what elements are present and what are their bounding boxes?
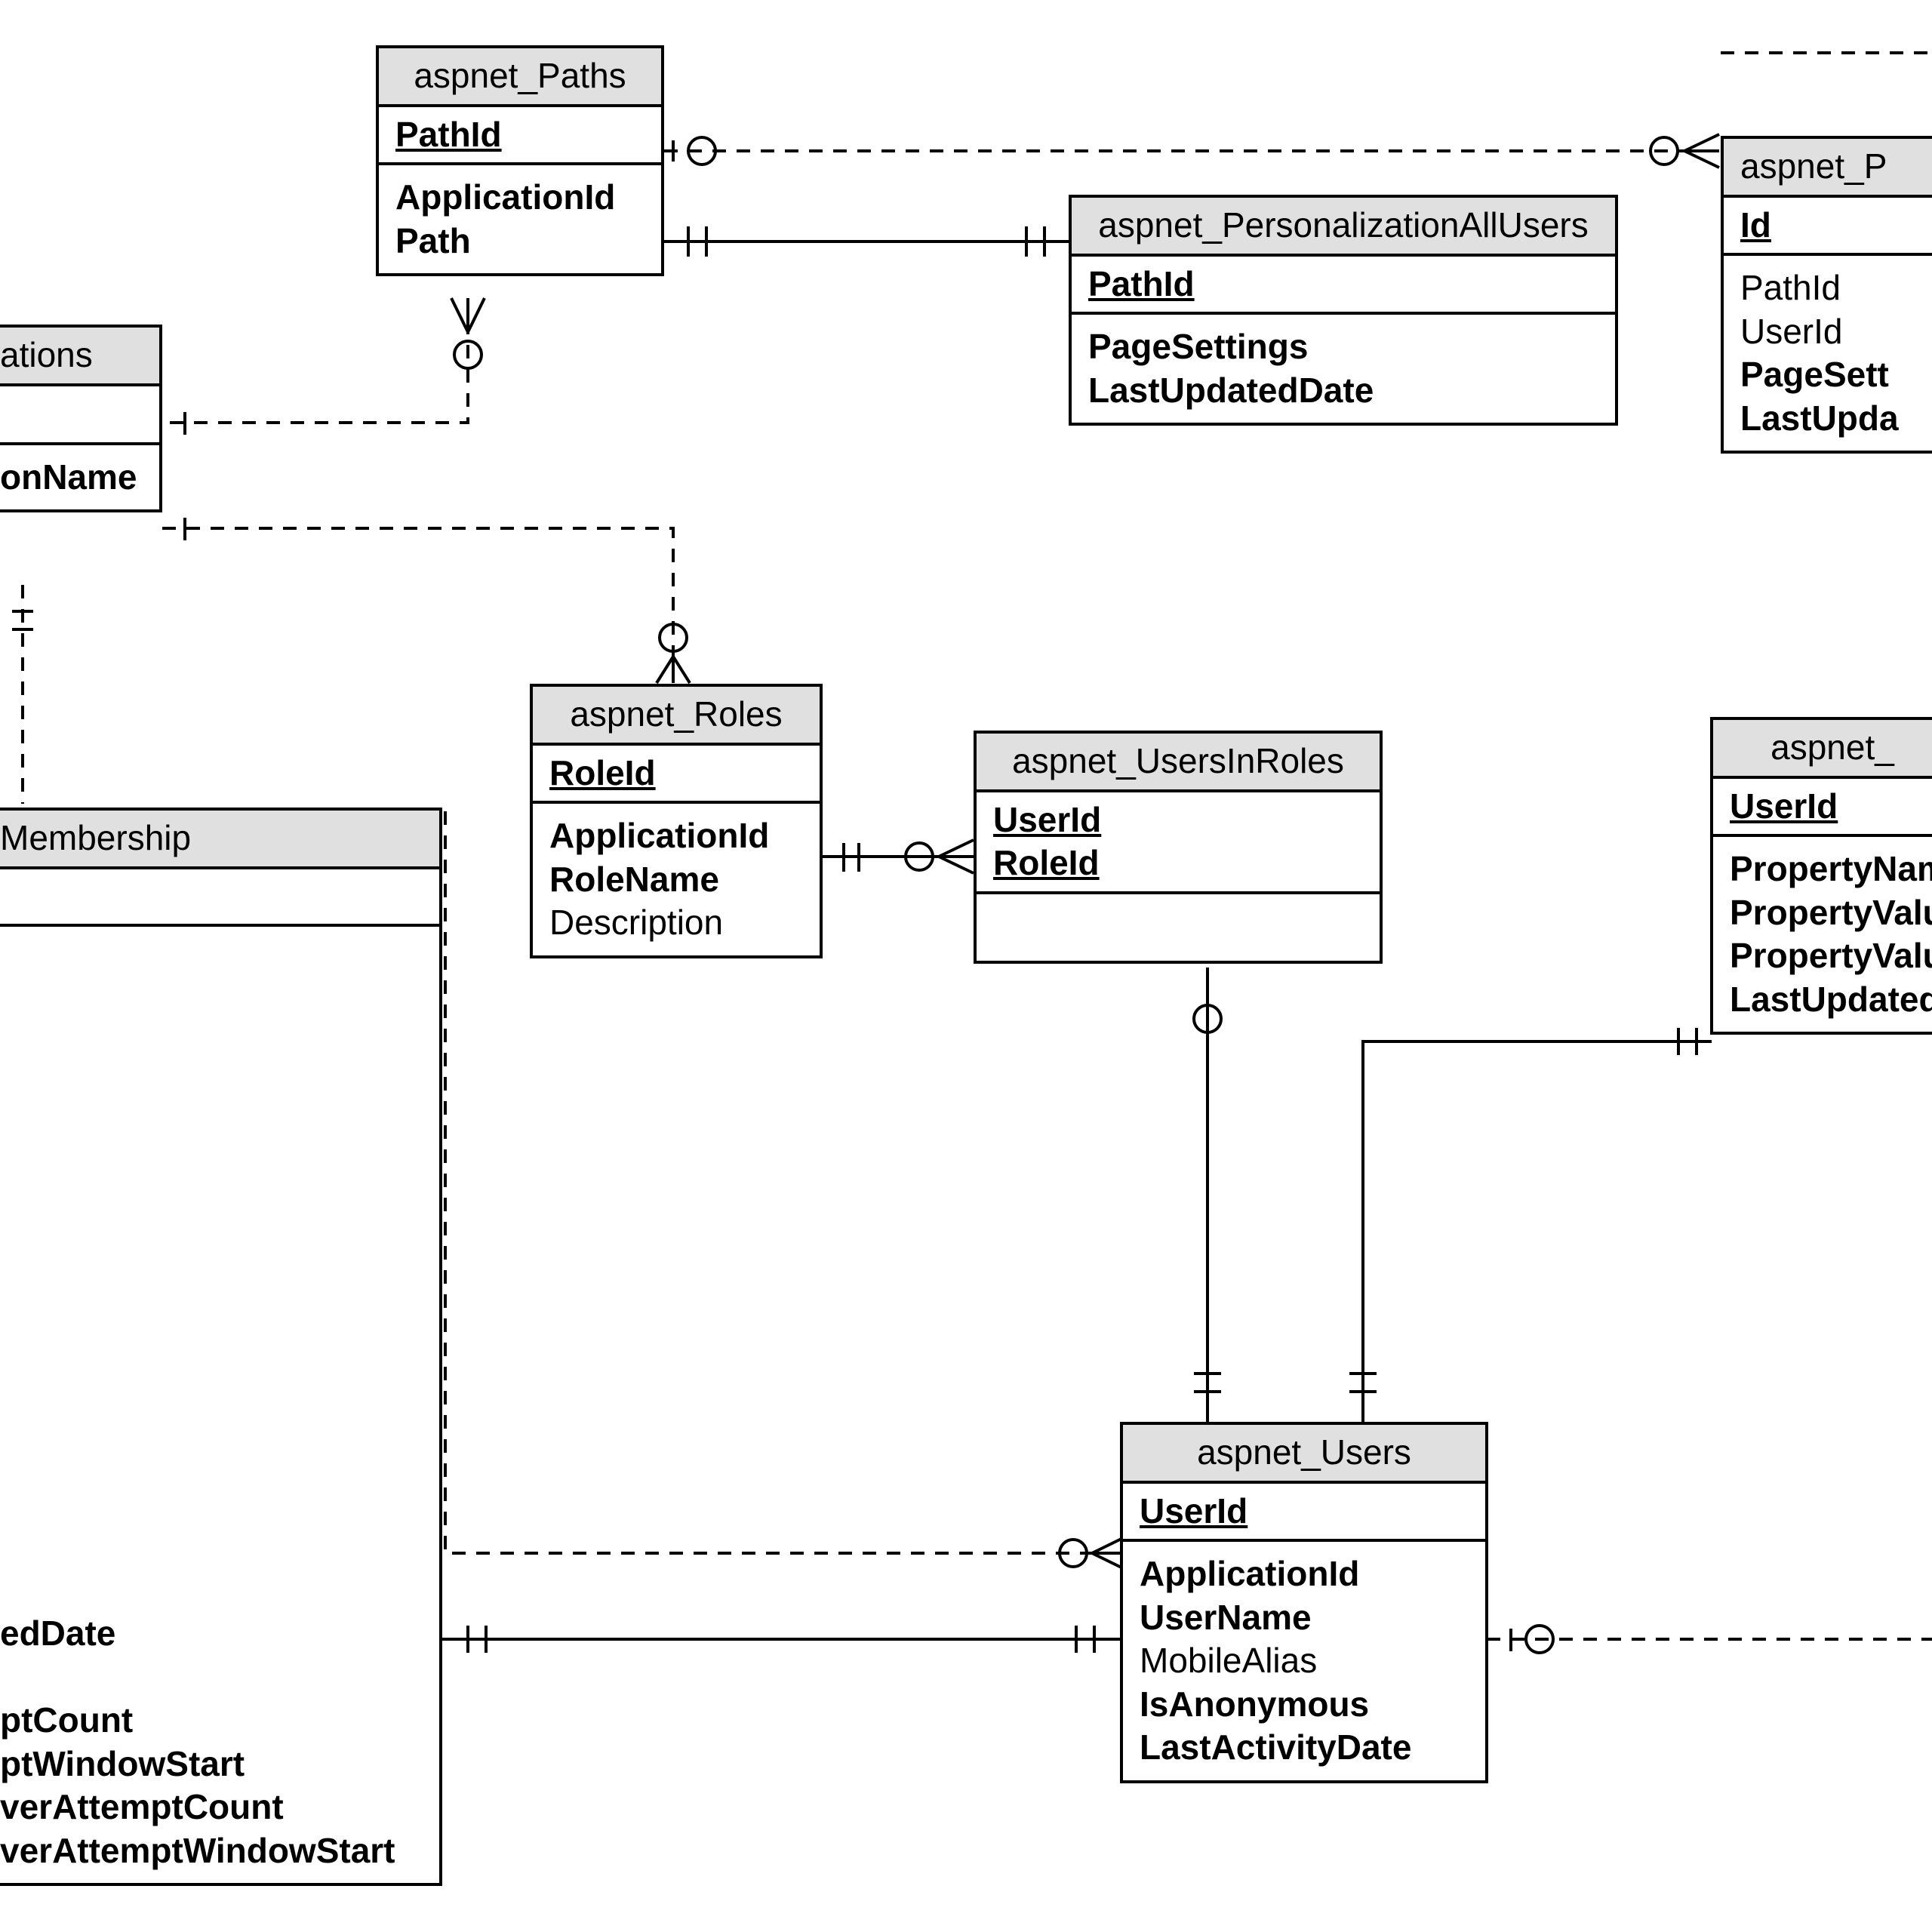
entity-aspnet-personalization-all-users: aspnet_PersonalizationAllUsers PathId Pa… xyxy=(1069,195,1618,426)
entity-attrs: onName xyxy=(0,445,159,510)
entity-attrs: ApplicationId UserName MobileAlias IsAno… xyxy=(1123,1542,1485,1780)
entity-aspnet-membership: Membership edDate ptCount ptWindowStart … xyxy=(0,808,442,1886)
entity-aspnet-personalization-per-user: aspnet_P Id PathId UserId PageSett LastU… xyxy=(1721,136,1932,454)
entity-pk: RoleId xyxy=(533,746,820,804)
entity-attrs: ApplicationId Path xyxy=(379,165,661,273)
entity-attrs xyxy=(977,894,1380,961)
entity-aspnet-users: aspnet_Users UserId ApplicationId UserNa… xyxy=(1120,1422,1488,1783)
entity-aspnet-profile: aspnet_ UserId PropertyNam PropertyValu … xyxy=(1710,717,1932,1035)
entity-pk: UserId xyxy=(1713,779,1932,838)
entity-aspnet-paths: aspnet_Paths PathId ApplicationId Path xyxy=(376,45,664,276)
entity-pk: Id xyxy=(1724,198,1932,257)
entity-attrs: ApplicationId RoleName Description xyxy=(533,804,820,955)
entity-pk: PathId xyxy=(1072,257,1615,315)
entity-title: ations xyxy=(0,328,159,386)
entity-title: aspnet_Roles xyxy=(533,687,820,746)
entity-pk: PathId xyxy=(379,107,661,166)
entity-title: aspnet_UsersInRoles xyxy=(977,734,1380,792)
entity-title: aspnet_P xyxy=(1724,139,1932,198)
entity-title: aspnet_PersonalizationAllUsers xyxy=(1072,198,1615,257)
entity-title: Membership xyxy=(0,811,439,869)
entity-title: aspnet_ xyxy=(1713,720,1932,779)
entity-attrs: PageSettings LastUpdatedDate xyxy=(1072,315,1615,423)
entity-aspnet-roles: aspnet_Roles RoleId ApplicationId RoleNa… xyxy=(530,684,823,958)
entity-title: aspnet_Users xyxy=(1123,1425,1485,1484)
entity-pk: UserId xyxy=(1123,1484,1485,1543)
entity-pk xyxy=(0,386,159,445)
entity-aspnet-users-in-roles: aspnet_UsersInRoles UserId RoleId xyxy=(974,731,1383,964)
entity-attrs: PropertyNam PropertyValu PropertyValu La… xyxy=(1713,837,1932,1032)
entity-pk: UserId RoleId xyxy=(977,792,1380,894)
entity-pk xyxy=(0,869,439,927)
entity-title: aspnet_Paths xyxy=(379,48,661,107)
entity-aspnet-applications: ations onName xyxy=(0,325,162,512)
entity-attrs: PathId UserId PageSett LastUpda xyxy=(1724,256,1932,451)
entity-attrs: edDate ptCount ptWindowStart verAttemptC… xyxy=(0,927,439,1884)
